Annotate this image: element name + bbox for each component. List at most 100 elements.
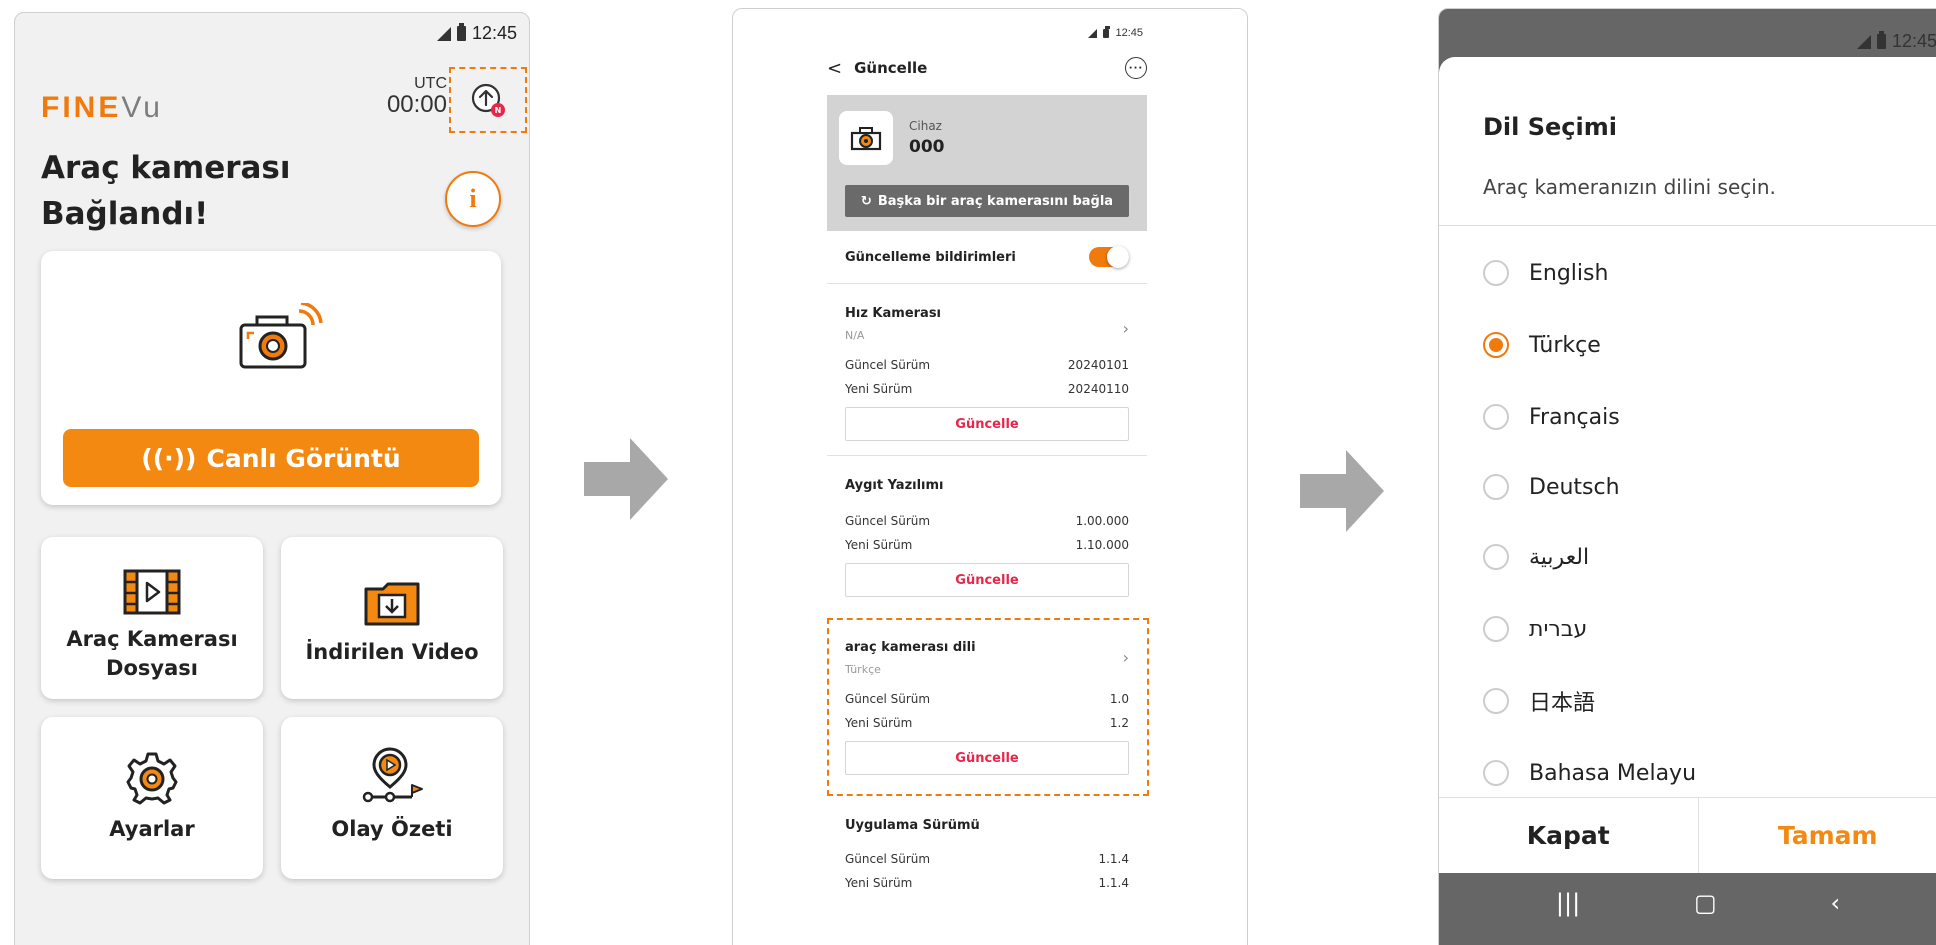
firmware-current-row: Güncel Sürüm 1.00.000 <box>827 511 1147 531</box>
utc-clock: UTC 00:00 <box>373 75 447 117</box>
device-name: 000 <box>909 137 945 157</box>
app-current-row: Güncel Sürüm 1.1.4 <box>827 849 1147 869</box>
language-option[interactable]: العربية <box>1483 537 1589 577</box>
firmware-row: Aygıt Yazılımı <box>827 475 1147 495</box>
recent-apps-icon[interactable]: ||| <box>1556 889 1580 917</box>
status-bar: 12:45 <box>1856 31 1936 52</box>
dialog-subtitle: Araç kameranızın dilini seçin. <box>1483 175 1776 199</box>
ok-button[interactable]: Tamam <box>1699 798 1936 873</box>
notifications-toggle[interactable] <box>1089 246 1129 268</box>
signal-icon <box>1856 34 1871 49</box>
app-new-row: Yeni Sürüm 1.1.4 <box>827 873 1147 893</box>
live-view-label: Canlı Görüntü <box>206 443 401 473</box>
device-label: Cihaz <box>909 119 942 133</box>
firmware-title: Aygıt Yazılımı <box>845 477 944 493</box>
flow-arrow-icon <box>1300 450 1384 532</box>
speedcam-update-button[interactable]: Güncelle <box>845 407 1129 441</box>
language-option[interactable]: 日本語 <box>1483 681 1595 721</box>
language-new-row: Yeni Sürüm 1.2 <box>827 713 1147 733</box>
app-version-row: Uygulama Sürümü <box>827 815 1147 835</box>
chevron-right-icon: › <box>1122 647 1129 667</box>
language-dialog: Dil Seçimi Araç kameranızın dilini seçin… <box>1439 57 1936 873</box>
downloaded-video-tile[interactable]: İndirilen Video <box>281 537 503 699</box>
event-summary-tile[interactable]: Olay Özeti <box>281 717 503 879</box>
gear-icon <box>126 752 178 805</box>
home-screen: 12:45 FINEVu UTC 00:00 N Araç kamerası B… <box>14 12 530 945</box>
event-summary-label: Olay Özeti <box>331 817 453 841</box>
battery-icon <box>1876 31 1886 49</box>
language-option[interactable]: Français <box>1483 397 1620 437</box>
device-camera-icon <box>839 111 893 165</box>
language-option[interactable]: Deutsch <box>1483 467 1620 507</box>
dashcam-files-tile[interactable]: Araç Kamerası Dosyası <box>41 537 263 699</box>
back-icon[interactable]: < <box>827 58 842 79</box>
new-version-value: 20240110 <box>1067 382 1129 396</box>
language-title: araç kamerası dili <box>845 639 976 655</box>
language-update-button[interactable]: Güncelle <box>845 741 1129 775</box>
dashcam-icon <box>239 303 323 369</box>
signal-icon <box>1088 28 1098 38</box>
speedcam-row[interactable]: Hız Kamerası › <box>827 303 1147 338</box>
speedcam-title: Hız Kamerası <box>845 305 942 321</box>
home-icon[interactable]: ▢ <box>1694 889 1717 917</box>
status-bar: 12:45 <box>436 23 517 44</box>
settings-label: Ayarlar <box>109 817 195 841</box>
more-options-icon[interactable]: ··· <box>1125 57 1147 79</box>
dialog-footer: Kapat Tamam <box>1439 797 1936 873</box>
current-version-value: 1.0 <box>1109 692 1129 706</box>
language-dialog-screen: 12:45 Dil Seçimi Araç kameranızın dilini… <box>1438 8 1936 945</box>
new-version-label: Yeni Sürüm <box>845 538 913 552</box>
radio-unselected-icon <box>1483 688 1509 714</box>
notifications-label: Güncelleme bildirimleri <box>845 249 1016 265</box>
camera-card: ((·)) Canlı Görüntü <box>41 251 501 505</box>
language-option[interactable]: Türkçe <box>1483 325 1601 365</box>
radio-unselected-icon <box>1483 760 1509 786</box>
broadcast-icon: ((·)) <box>141 443 197 473</box>
live-view-button[interactable]: ((·)) Canlı Görüntü <box>63 429 479 487</box>
close-button[interactable]: Kapat <box>1439 798 1699 873</box>
flow-arrow-icon <box>584 438 668 520</box>
speedcam-subtitle: N/A <box>845 329 865 342</box>
radio-unselected-icon <box>1483 260 1509 286</box>
new-version-label: Yeni Sürüm <box>845 716 913 730</box>
speedcam-new-row: Yeni Sürüm 20240110 <box>827 379 1147 399</box>
new-version-value: 1.10.000 <box>1075 538 1129 552</box>
info-button[interactable]: i <box>445 171 501 227</box>
connect-other-dashcam-button[interactable]: ↻ Başka bir araç kamerasını bağla <box>845 185 1129 217</box>
language-option[interactable]: Bahasa Melayu <box>1483 753 1696 793</box>
logo-vu: Vu <box>121 91 163 124</box>
downloaded-video-label: İndirilen Video <box>305 640 479 664</box>
page-title: Güncelle <box>854 59 928 77</box>
title-line-2: Bağlandı! <box>41 196 209 232</box>
back-icon[interactable]: ‹ <box>1830 889 1840 917</box>
app-version-title: Uygulama Sürümü <box>845 817 980 833</box>
language-row[interactable]: araç kamerası dili › <box>827 637 1147 667</box>
language-option[interactable]: עברית <box>1483 609 1587 649</box>
chevron-right-icon: › <box>1122 318 1129 338</box>
radio-unselected-icon <box>1483 616 1509 642</box>
firmware-update-button[interactable]: N <box>449 67 527 133</box>
firmware-new-row: Yeni Sürüm 1.10.000 <box>827 535 1147 555</box>
status-time: 12:45 <box>1891 31 1936 51</box>
new-version-label: Yeni Sürüm <box>845 382 913 396</box>
header: < Güncelle ··· <box>827 53 1147 83</box>
language-subtitle: Türkçe <box>845 663 881 676</box>
battery-icon <box>456 23 466 41</box>
settings-tile[interactable]: Ayarlar <box>41 717 263 879</box>
language-option[interactable]: English <box>1483 253 1608 293</box>
current-version-value: 1.00.000 <box>1075 514 1129 528</box>
radio-unselected-icon <box>1483 404 1509 430</box>
upload-update-icon: N <box>471 83 505 117</box>
new-version-label: Yeni Sürüm <box>845 876 913 890</box>
current-version-value: 1.1.4 <box>1098 852 1129 866</box>
new-version-value: 1.1.4 <box>1098 876 1129 890</box>
firmware-update-button[interactable]: Güncelle <box>845 563 1129 597</box>
current-version-label: Güncel Sürüm <box>845 358 931 372</box>
current-version-label: Güncel Sürüm <box>845 692 931 706</box>
logo-fine: FINE <box>41 91 122 124</box>
info-icon: i <box>469 184 477 213</box>
dialog-title: Dil Seçimi <box>1483 113 1617 141</box>
current-version-label: Güncel Sürüm <box>845 514 931 528</box>
radio-selected-icon <box>1483 332 1509 358</box>
android-nav-bar: ||| ▢ ‹ <box>1439 873 1936 933</box>
